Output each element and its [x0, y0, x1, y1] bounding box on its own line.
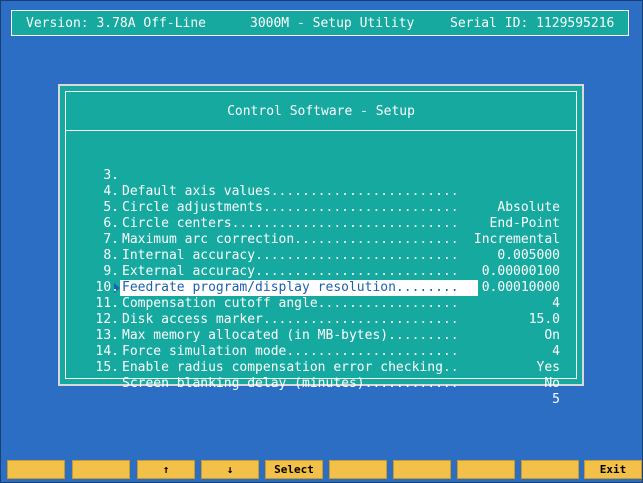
setting-row[interactable]: 11. Disk access marker..................…: [66, 280, 576, 343]
setting-row[interactable]: 13. Force simulation mode...............…: [66, 312, 576, 375]
app-title: 3000M - Setup Utility: [250, 16, 415, 31]
setting-row[interactable]: 7. Internal accuracy....................…: [66, 216, 576, 279]
setting-number: 15.: [95, 360, 119, 375]
setting-row[interactable]: 12. Max memory allocated (in MB-bytes)..…: [66, 296, 576, 359]
title-divider: [66, 130, 576, 131]
setting-row[interactable]: 3. Default axis values..................…: [66, 152, 576, 215]
header-bar: Version: 3.78A Off-Line 3000M - Setup Ut…: [11, 10, 629, 36]
setting-value: Yes: [536, 360, 560, 375]
setup-dialog: Control Software - Setup 3. Default axis…: [58, 84, 584, 407]
down-arrow-key[interactable]: ↓: [201, 460, 259, 479]
up-arrow-key[interactable]: ↑: [137, 460, 195, 479]
function-key-1[interactable]: [7, 460, 65, 479]
setting-row[interactable]: 4. Circle adjustments...................…: [66, 168, 576, 231]
dialog-title: Control Software - Setup: [227, 104, 415, 119]
setting-row[interactable]: 15. Screen blanking delay (minutes).....…: [66, 344, 576, 407]
serial-id: Serial ID: 1129595216: [450, 16, 615, 31]
setting-row[interactable]: 8. External accuracy....................…: [66, 232, 576, 295]
function-key-7[interactable]: [393, 460, 451, 479]
setting-row[interactable]: 6. Maximum arc correction...............…: [66, 200, 576, 263]
setting-row-selected[interactable]: 9. Feedrate program/display resolution..…: [66, 248, 576, 311]
function-key-2[interactable]: [72, 460, 130, 479]
function-key-9[interactable]: [521, 460, 579, 479]
setting-label: Enable radius compensation error checkin…: [122, 360, 459, 375]
dialog-frame: Control Software - Setup 3. Default axis…: [65, 91, 577, 407]
version-text: Version: 3.78A Off-Line: [26, 16, 207, 31]
setting-label: Screen blanking delay (minutes).........…: [122, 376, 459, 391]
setting-row[interactable]: 14. Enable radius compensation error che…: [66, 328, 576, 391]
setting-value: No: [544, 376, 560, 391]
select-key[interactable]: Select: [265, 460, 323, 479]
function-key-8[interactable]: [457, 460, 515, 479]
setting-value: 5: [552, 392, 560, 407]
setting-row[interactable]: 10. Compensation cutoff angle...........…: [66, 264, 576, 327]
setting-row[interactable]: 5. Circle centers.......................…: [66, 184, 576, 247]
exit-key[interactable]: Exit: [584, 460, 642, 479]
function-key-6[interactable]: [329, 460, 387, 479]
